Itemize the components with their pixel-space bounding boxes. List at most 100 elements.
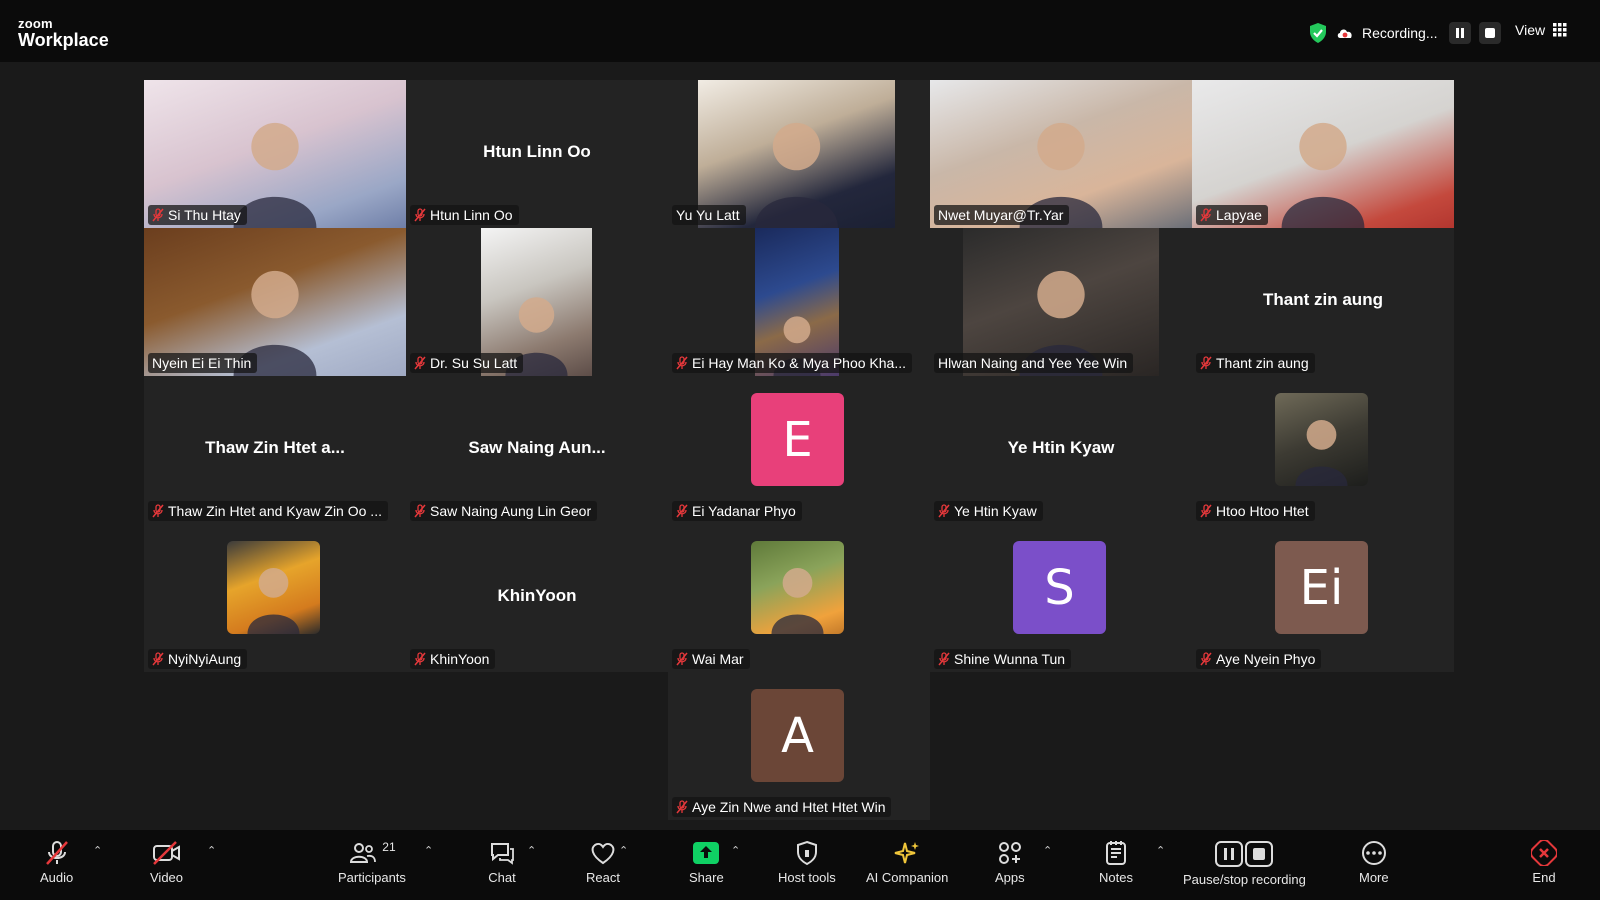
- share-screen-icon: [693, 842, 720, 864]
- participant-tile-yu-yu-latt[interactable]: Yu Yu Latt: [668, 80, 930, 228]
- mic-muted-icon: [1200, 356, 1212, 370]
- participant-tile-ei-hay-man-ko-mya-phoo-kha[interactable]: Ei Hay Man Ko & Mya Phoo Kha...: [668, 228, 930, 376]
- chat-options-caret[interactable]: ⌃: [527, 844, 536, 857]
- participant-avatar: S: [1013, 541, 1106, 634]
- participant-tile-nyein-ei-ei-thin[interactable]: Nyein Ei Ei Thin: [144, 228, 406, 376]
- participants-icon: [350, 843, 377, 863]
- participant-tile-lapyae[interactable]: Lapyae: [1192, 80, 1454, 228]
- participant-video: [751, 541, 844, 634]
- participant-name-label: Thaw Zin Htet and Kyaw Zin Oo ...: [148, 501, 388, 521]
- participant-name-label: Saw Naing Aung Lin Geor: [410, 501, 598, 521]
- participant-name-label: Thant zin aung: [1196, 353, 1315, 373]
- participant-name: Thaw Zin Htet and Kyaw Zin Oo ...: [168, 503, 382, 519]
- mic-muted-icon: [938, 652, 950, 666]
- mic-muted-icon: [152, 652, 164, 666]
- participant-tile-khinyoon[interactable]: KhinYoon KhinYoon: [406, 524, 668, 672]
- participant-name-label: KhinYoon: [410, 649, 496, 669]
- end-button[interactable]: End: [1531, 840, 1557, 885]
- participant-tile-htoo-htoo-htet[interactable]: Htoo Htoo Htet: [1192, 376, 1454, 524]
- participant-name: NyiNyiAung: [168, 651, 242, 667]
- audio-options-caret[interactable]: ⌃: [93, 844, 102, 857]
- share-options-caret[interactable]: ⌃: [731, 844, 740, 857]
- participant-tile-htun-linn-oo[interactable]: Htun Linn Oo Htun Linn Oo: [406, 80, 668, 228]
- participant-name-label: Ei Hay Man Ko & Mya Phoo Kha...: [672, 353, 912, 373]
- participant-tile-nyinyiaung[interactable]: NyiNyiAung: [144, 524, 406, 672]
- participant-name-label: Nyein Ei Ei Thin: [148, 353, 258, 373]
- mic-muted-icon: [152, 208, 164, 222]
- react-options-caret[interactable]: ⌃: [619, 844, 628, 857]
- more-button[interactable]: More: [1359, 840, 1389, 885]
- participant-name: Htun Linn Oo: [430, 207, 513, 223]
- pause-stop-label: Pause/stop recording: [1183, 872, 1306, 887]
- recording-label: Recording...: [1362, 25, 1438, 41]
- participants-button[interactable]: 21 Participants: [338, 840, 406, 885]
- participant-name-label: Aye Nyein Phyo: [1196, 649, 1322, 669]
- participant-tile-thant-zin-aung[interactable]: Thant zin aung Thant zin aung: [1192, 228, 1454, 376]
- participant-name-label: Htoo Htoo Htet: [1196, 501, 1315, 521]
- mic-muted-icon: [1200, 652, 1212, 666]
- apps-button[interactable]: Apps: [995, 840, 1025, 885]
- participant-avatar: Ei: [1275, 541, 1368, 634]
- participant-name-label: Lapyae: [1196, 205, 1268, 225]
- participant-name: Ye Htin Kyaw: [954, 503, 1037, 519]
- share-button[interactable]: Share: [689, 840, 724, 885]
- view-button[interactable]: View: [1515, 22, 1567, 38]
- shield-icon: [796, 840, 817, 866]
- chat-button[interactable]: Chat: [488, 840, 516, 885]
- participant-avatar: A: [751, 689, 844, 782]
- participant-tile-dr-su-su-latt[interactable]: Dr. Su Su Latt: [406, 228, 668, 376]
- participant-name-label: Ei Yadanar Phyo: [672, 501, 802, 521]
- mic-muted-icon: [938, 504, 950, 518]
- participant-name: Yu Yu Latt: [676, 207, 740, 223]
- participant-name-label: Dr. Su Su Latt: [410, 353, 524, 373]
- react-button[interactable]: React: [586, 840, 620, 885]
- pause-recording-button[interactable]: [1449, 22, 1472, 44]
- chat-label: Chat: [488, 870, 516, 885]
- participant-tile-thaw-zin-htet-and-kyaw-zin-oo[interactable]: Thaw Zin Htet a... Thaw Zin Htet and Kyaw…: [144, 376, 406, 524]
- participant-tile-si-thu-htay[interactable]: Si Thu Htay: [144, 80, 406, 228]
- participant-name-label: Nwet Muyar@Tr.Yar: [934, 205, 1070, 225]
- notes-options-caret[interactable]: ⌃: [1156, 844, 1165, 857]
- participant-name: KhinYoon: [430, 651, 490, 667]
- mic-muted-icon: [676, 356, 688, 370]
- video-button[interactable]: Video: [150, 840, 183, 885]
- more-label: More: [1359, 870, 1389, 885]
- video-options-caret[interactable]: ⌃: [207, 844, 216, 857]
- meeting-toolbar: Audio ⌃ Video ⌃ 21 Participants ⌃ Chat ⌃…: [0, 830, 1600, 900]
- ai-companion-button[interactable]: AI Companion: [866, 840, 948, 885]
- notes-label: Notes: [1099, 870, 1133, 885]
- mic-muted-icon: [1200, 504, 1212, 518]
- participants-label: Participants: [338, 870, 406, 885]
- end-label: End: [1532, 870, 1556, 885]
- apps-label: Apps: [995, 870, 1025, 885]
- view-label: View: [1515, 22, 1546, 38]
- participant-tile-saw-naing-aung-lin-geor[interactable]: Saw Naing Aun... Saw Naing Aung Lin Geor: [406, 376, 668, 524]
- participant-name: Si Thu Htay: [168, 207, 241, 223]
- stop-recording-button[interactable]: [1479, 22, 1502, 44]
- participant-tile-hlwan-naing-and-yee-yee-win[interactable]: Hlwan Naing and Yee Yee Win: [930, 228, 1192, 376]
- participant-tile-wai-mar[interactable]: Wai Mar: [668, 524, 930, 672]
- participant-tile-nwet-muyar-tr-yar[interactable]: Nwet Muyar@Tr.Yar: [930, 80, 1192, 228]
- participant-tile-ye-htin-kyaw[interactable]: Ye Htin Kyaw Ye Htin Kyaw: [930, 376, 1192, 524]
- participant-tile-aye-zin-nwe-and-htet-htet-win[interactable]: A Aye Zin Nwe and Htet Htet Win: [668, 672, 930, 820]
- notes-icon: [1105, 841, 1126, 865]
- participant-name-label: Hlwan Naing and Yee Yee Win: [934, 353, 1134, 373]
- apps-options-caret[interactable]: ⌃: [1043, 844, 1052, 857]
- recording-indicator: Recording...: [1308, 22, 1502, 44]
- pause-stop-recording-button[interactable]: Pause/stop recording: [1183, 840, 1306, 887]
- participant-tile-shine-wunna-tun[interactable]: S Shine Wunna Tun: [930, 524, 1192, 672]
- participant-display-name: Thant zin aung: [1263, 290, 1383, 309]
- participant-display-name: Ye Htin Kyaw: [1007, 438, 1115, 457]
- participant-tile-aye-nyein-phyo[interactable]: Ei Aye Nyein Phyo: [1192, 524, 1454, 672]
- video-label: Video: [150, 870, 184, 885]
- share-label: Share: [689, 870, 724, 885]
- grid-view-icon: [1553, 23, 1567, 37]
- top-bar: zoom Workplace Recording... View: [0, 0, 1600, 62]
- participant-tile-ei-yadanar-phyo[interactable]: E Ei Yadanar Phyo: [668, 376, 930, 524]
- participants-options-caret[interactable]: ⌃: [424, 844, 433, 857]
- stop-icon: [1485, 28, 1496, 38]
- audio-button[interactable]: Audio: [40, 840, 73, 885]
- host-tools-button[interactable]: Host tools: [778, 840, 836, 885]
- chat-icon: [491, 843, 514, 865]
- notes-button[interactable]: Notes: [1099, 840, 1133, 885]
